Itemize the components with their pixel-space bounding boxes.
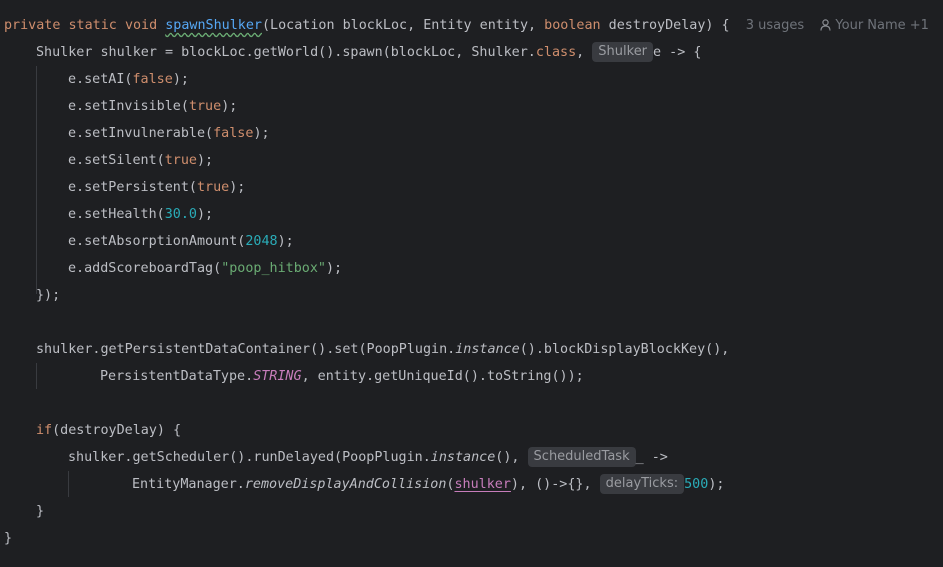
code-text: e.setPersistent( [68, 180, 197, 195]
literal-true: true [197, 180, 230, 195]
code-text: PersistentDataType. [100, 369, 254, 384]
param-type-hint: ScheduledTask [527, 447, 636, 467]
indent-guide [36, 66, 37, 294]
code-text: ); [253, 126, 270, 141]
code-text: e -> { [653, 45, 702, 60]
code-text: EntityManager. [132, 477, 245, 492]
code-text: e.setInvisible( [68, 99, 189, 114]
code-text: e.setAbsorptionAmount( [68, 234, 246, 249]
code-line-19[interactable]: } [36, 498, 44, 525]
code-text: e.setSilent( [68, 153, 165, 168]
literal-number: 500 [684, 477, 709, 492]
indent-guide [36, 363, 37, 389]
code-text: shulker.getPersistentDataContainer().set… [36, 342, 456, 357]
code-text: } [4, 531, 13, 546]
indent-guide [68, 471, 69, 497]
keyword-void: void [124, 18, 158, 33]
code-line-7[interactable]: e.setPersistent(true); [68, 174, 245, 201]
code-line-17[interactable]: shulker.getScheduler().runDelayed(PoopPl… [68, 444, 668, 471]
author-name: Your Name +1 [835, 18, 929, 33]
user-icon [820, 19, 831, 31]
code-text: ); [229, 180, 246, 195]
code-line-1[interactable]: private static void spawnShulker(Locatio… [4, 12, 929, 39]
code-text: ); [708, 477, 725, 492]
code-text: ); [221, 99, 238, 114]
code-text: e.setHealth( [68, 207, 165, 222]
code-line-20[interactable]: } [4, 525, 12, 552]
code-text: , [576, 45, 593, 60]
code-line-11[interactable]: }); [36, 282, 60, 309]
code-text: Shulker shulker = blockLoc.getWorld().sp… [36, 45, 536, 60]
code-text: ().blockDisplayBlockKey(), [519, 342, 730, 357]
literal-true: true [188, 99, 222, 114]
author-inlay[interactable]: Your Name +1 [820, 18, 929, 33]
params-open: (Location blockLoc, Entity entity, [262, 18, 545, 33]
keyword-boolean: boolean [544, 18, 601, 33]
literal-number: 30.0 [164, 207, 197, 222]
keyword-static: static [68, 18, 117, 33]
code-text: , entity.getUniqueId().toString()); [301, 369, 584, 384]
code-line-8[interactable]: e.setHealth(30.0); [68, 201, 213, 228]
code-text: e.setAI( [68, 72, 133, 87]
code-line-9[interactable]: e.setAbsorptionAmount(2048); [68, 228, 294, 255]
params-rest: destroyDelay) { [600, 18, 730, 33]
code-text: (destroyDelay) { [52, 423, 182, 438]
code-text: }); [36, 288, 61, 303]
literal-number: 2048 [245, 234, 278, 249]
method-name[interactable]: spawnShulker [165, 18, 262, 33]
code-text: ), ()->{}, [510, 477, 600, 492]
code-line-3[interactable]: e.setAI(false); [68, 66, 189, 93]
code-editor[interactable]: private static void spawnShulker(Locatio… [0, 0, 943, 567]
code-line-13[interactable]: shulker.getPersistentDataContainer().set… [36, 336, 729, 363]
code-line-10[interactable]: e.addScoreboardTag("poop_hitbox"); [68, 255, 342, 282]
code-text: (), [495, 450, 528, 465]
variable-ref[interactable]: shulker [454, 477, 510, 492]
static-method: instance [430, 450, 496, 465]
literal-true: true [164, 153, 197, 168]
code-text: _ -> [635, 450, 668, 465]
code-line-14[interactable]: PersistentDataType.STRING, entity.getUni… [100, 363, 584, 390]
param-type-hint: Shulker [592, 42, 654, 62]
code-line-2[interactable]: Shulker shulker = blockLoc.getWorld().sp… [36, 39, 701, 66]
code-text: ); [172, 72, 189, 87]
code-text: ); [326, 261, 343, 276]
code-line-18[interactable]: EntityManager.removeDisplayAndCollision(… [132, 471, 724, 498]
code-text: e.setInvulnerable( [68, 126, 214, 141]
literal-false: false [132, 72, 173, 87]
param-name-hint: delayTicks: [599, 474, 685, 494]
code-text: ); [197, 207, 214, 222]
code-line-4[interactable]: e.setInvisible(true); [68, 93, 237, 120]
code-text: e.addScoreboardTag( [68, 261, 222, 276]
code-text: ); [277, 234, 294, 249]
code-line-5[interactable]: e.setInvulnerable(false); [68, 120, 270, 147]
literal-string: "poop_hitbox" [221, 261, 326, 276]
keyword-if: if [36, 423, 53, 438]
static-method: removeDisplayAndCollision [244, 477, 447, 492]
keyword-private: private [4, 18, 61, 33]
literal-false: false [213, 126, 254, 141]
vertical-scrollbar[interactable] [935, 0, 943, 567]
code-line-6[interactable]: e.setSilent(true); [68, 147, 213, 174]
usages-link[interactable]: 3 usages [746, 18, 804, 33]
code-text: } [36, 504, 45, 519]
static-constant: STRING [253, 369, 302, 384]
code-line-16[interactable]: if(destroyDelay) { [36, 417, 181, 444]
keyword-class: class [535, 45, 577, 60]
code-text: ); [197, 153, 214, 168]
code-text: shulker.getScheduler().runDelayed(PoopPl… [68, 450, 431, 465]
static-method: instance [455, 342, 520, 357]
